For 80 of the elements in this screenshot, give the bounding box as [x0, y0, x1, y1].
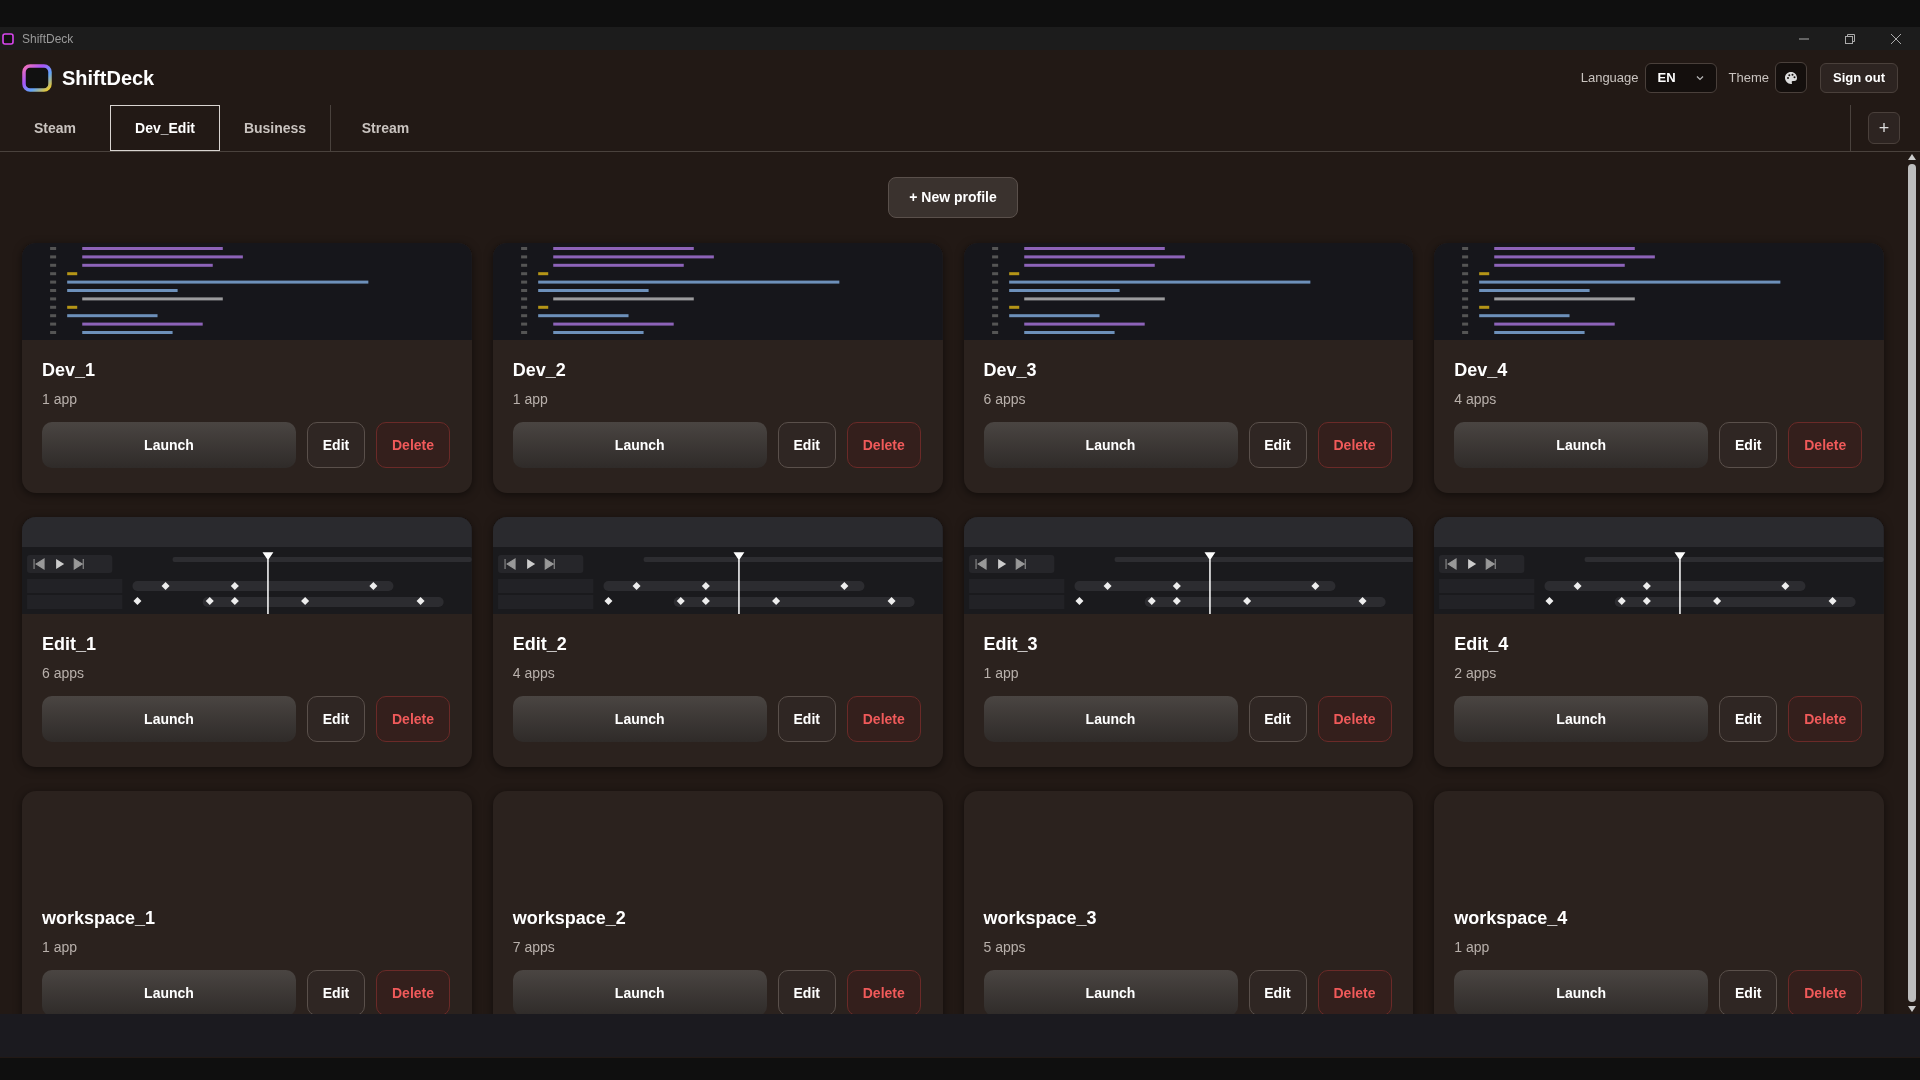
profile-name: Dev_4 — [1454, 359, 1509, 382]
profile-name: Edit_3 — [983, 633, 1039, 656]
launch-button[interactable]: Launch — [42, 696, 296, 742]
edit-button[interactable]: Edit — [307, 422, 365, 468]
window-title: ShiftDeck — [22, 30, 74, 48]
app-count: 7 apps — [512, 938, 556, 956]
logo-icon — [22, 63, 52, 92]
launch-button[interactable]: Launch — [42, 970, 296, 1014]
app-count: 1 app — [512, 390, 549, 408]
app-count: 4 apps — [1454, 390, 1498, 408]
launch-button[interactable]: Launch — [983, 422, 1238, 468]
profile-name: workspace_2 — [512, 907, 627, 930]
app-count: 1 app — [42, 390, 79, 408]
language-label: Language — [1580, 68, 1639, 87]
edit-button[interactable]: Edit — [777, 696, 836, 742]
delete-button[interactable]: Delete — [376, 422, 450, 468]
app-count: 6 apps — [42, 664, 86, 682]
delete-button[interactable]: Delete — [376, 970, 450, 1014]
app-count: 4 apps — [512, 664, 556, 682]
profile-name: Edit_4 — [1454, 633, 1510, 656]
app-count: 1 app — [983, 664, 1020, 682]
edit-button[interactable]: Edit — [777, 422, 836, 468]
tab[interactable]: Stream — [330, 105, 440, 151]
edit-button[interactable]: Edit — [1248, 422, 1307, 468]
delete-button[interactable]: Delete — [1317, 696, 1392, 742]
launch-button[interactable]: Launch — [1454, 696, 1709, 742]
profile-name: workspace_4 — [1454, 907, 1569, 930]
edit-button[interactable]: Edit — [307, 970, 365, 1014]
delete-button[interactable]: Delete — [846, 970, 921, 1014]
profile-name: Edit_2 — [512, 633, 568, 656]
delete-button[interactable]: Delete — [846, 696, 921, 742]
close-icon[interactable] — [1890, 32, 1902, 45]
delete-button[interactable]: Delete — [1317, 422, 1392, 468]
profile-name: Edit_1 — [42, 633, 98, 656]
edit-button[interactable]: Edit — [1248, 970, 1307, 1014]
delete-button[interactable]: Delete — [1788, 970, 1863, 1014]
profile-name: Dev_2 — [512, 359, 567, 382]
scroll-up-icon[interactable] — [1908, 154, 1916, 160]
theme-label: Theme — [1728, 68, 1769, 87]
delete-button[interactable]: Delete — [1788, 696, 1863, 742]
scroll-down-icon[interactable] — [1908, 1006, 1916, 1012]
launch-button[interactable]: Launch — [1454, 422, 1709, 468]
delete-button[interactable]: Delete — [1317, 970, 1392, 1014]
sign-out-button[interactable]: Sign out — [1820, 62, 1898, 93]
launch-button[interactable]: Launch — [512, 970, 767, 1014]
edit-button[interactable]: Edit — [307, 696, 365, 742]
profile-name: workspace_1 — [42, 907, 157, 930]
launch-button[interactable]: Launch — [1454, 970, 1709, 1014]
delete-button[interactable]: Delete — [1788, 422, 1863, 468]
profile-name: workspace_3 — [983, 907, 1098, 930]
profile-name: Dev_3 — [983, 359, 1038, 382]
new-profile-button[interactable]: + New profile — [888, 177, 1018, 218]
profile-name: Dev_1 — [42, 359, 97, 382]
palette-icon — [1784, 70, 1798, 85]
tab[interactable]: Steam — [0, 105, 110, 151]
launch-button[interactable]: Launch — [983, 696, 1238, 742]
edit-button[interactable]: Edit — [777, 970, 836, 1014]
language-select[interactable]: EN — [1644, 62, 1717, 93]
theme-button[interactable] — [1775, 62, 1807, 93]
app-count: 1 app — [1454, 938, 1491, 956]
launch-button[interactable]: Launch — [42, 422, 296, 468]
restore-icon[interactable] — [1844, 32, 1856, 45]
app-count: 6 apps — [983, 390, 1027, 408]
tab[interactable]: Business — [220, 105, 330, 151]
edit-button[interactable]: Edit — [1719, 422, 1778, 468]
delete-button[interactable]: Delete — [376, 696, 450, 742]
app-count: 2 apps — [1454, 664, 1498, 682]
app-name: ShiftDeck — [62, 65, 155, 91]
edit-button[interactable]: Edit — [1248, 696, 1307, 742]
tab[interactable]: Dev_Edit — [110, 105, 220, 151]
app-count: 1 app — [42, 938, 79, 956]
edit-button[interactable]: Edit — [1719, 696, 1778, 742]
add-tab-button[interactable]: + — [1868, 112, 1900, 144]
launch-button[interactable]: Launch — [512, 696, 767, 742]
launch-button[interactable]: Launch — [512, 422, 767, 468]
delete-button[interactable]: Delete — [846, 422, 921, 468]
app-count: 5 apps — [983, 938, 1027, 956]
chevron-down-icon — [1695, 74, 1704, 81]
launch-button[interactable]: Launch — [983, 970, 1238, 1014]
edit-button[interactable]: Edit — [1719, 970, 1778, 1014]
